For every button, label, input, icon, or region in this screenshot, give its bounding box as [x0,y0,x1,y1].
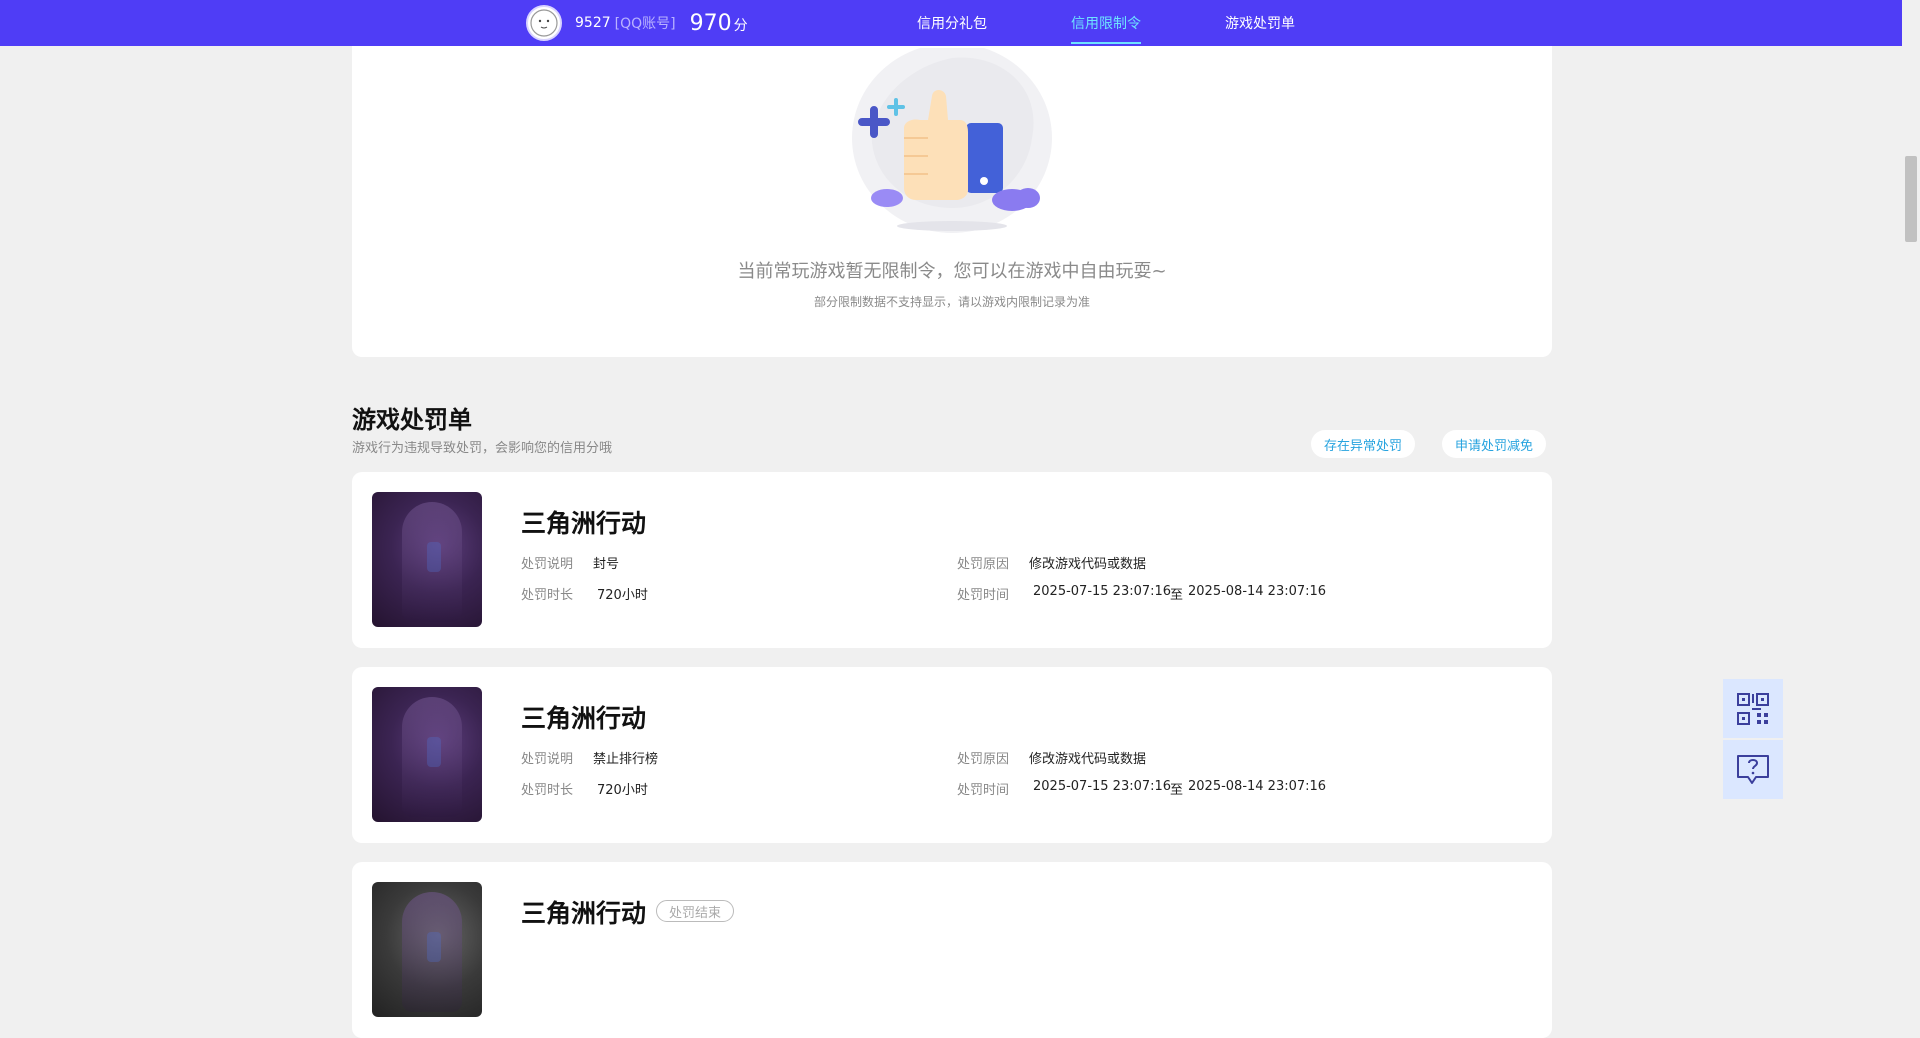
penalty-end-time: 2025-08-14 23:07:16 [1188,779,1327,794]
scrollbar-thumb[interactable] [1905,156,1917,242]
penalty-reason-value: 修改游戏代码或数据 [1029,752,1147,767]
penalty-card[interactable]: 三角洲行动 处罚说明 封号 处罚原因 修改游戏代码或数据 处罚时长 720小时 … [352,472,1552,648]
penalty-time-label: 处罚时间 [957,588,1010,603]
penalty-duration-label: 处罚时长 [521,783,574,798]
avatar-face-icon [530,9,558,37]
qr-code-icon [1737,692,1769,725]
game-name: 三角洲行动 [521,704,647,733]
report-abnormal-penalty-button[interactable]: 存在异常处罚 [1311,430,1416,458]
top-nav-bar: 9527 [QQ账号] 970 分 信用分礼包 信用限制令 游戏处罚单 [0,0,1902,46]
credit-score-unit: 分 [733,18,748,34]
penalty-card[interactable]: 三角洲行动 处罚说明 禁止排行榜 处罚原因 修改游戏代码或数据 处罚时长 720… [352,667,1552,843]
help-button[interactable] [1723,740,1783,799]
credit-score: 970 [689,10,732,36]
penalty-time-separator: 至 [1170,588,1184,603]
restriction-panel: 当前常玩游戏暂无限制令，您可以在游戏中自由玩耍~ 部分限制数据不支持显示，请以游… [352,30,1552,357]
penalty-duration-value: 720小时 [597,783,648,798]
thumbs-up-illustration [852,48,1052,233]
penalty-start-time: 2025-07-15 23:07:16 [1033,584,1172,599]
penalty-card[interactable]: 三角洲行动 处罚结束 [352,862,1552,1038]
apply-penalty-reduction-button[interactable]: 申请处罚减免 [1442,430,1547,458]
penalty-desc-value: 禁止排行榜 [593,752,659,767]
penalty-start-time: 2025-07-15 23:07:16 [1033,779,1172,794]
penalty-reason-label: 处罚原因 [957,557,1010,572]
penalty-desc-label: 处罚说明 [521,557,574,572]
help-chat-icon [1737,754,1769,784]
empty-message: 当前常玩游戏暂无限制令，您可以在游戏中自由玩耍~ [737,261,1167,282]
game-name: 三角洲行动 [521,899,647,928]
game-name: 三角洲行动 [521,509,647,538]
penalty-desc-value: 封号 [593,557,620,572]
avatar[interactable] [526,5,562,41]
account-type: [QQ账号] [614,16,676,32]
penalty-duration-label: 处罚时长 [521,588,574,603]
section-title: 游戏处罚单 [352,406,472,434]
user-info: 9527 [QQ账号] 970 分 [526,5,748,41]
qr-code-button[interactable] [1723,679,1783,738]
penalty-end-time: 2025-08-14 23:07:16 [1188,584,1327,599]
game-cover-image [372,882,482,1017]
penalty-duration-value: 720小时 [597,588,648,603]
penalty-reason-label: 处罚原因 [957,752,1010,767]
user-id: 9527 [575,15,611,31]
penalty-time-separator: 至 [1170,783,1184,798]
game-cover-image [372,687,482,822]
penalty-time-label: 处罚时间 [957,783,1010,798]
page-scrollbar[interactable] [1902,0,1920,919]
section-description: 游戏行为违规导致处罚，会影响您的信用分哦 [352,441,613,456]
tab-game-penalty[interactable]: 游戏处罚单 [1225,0,1295,46]
tab-credit-gift[interactable]: 信用分礼包 [917,0,987,46]
tab-credit-restriction[interactable]: 信用限制令 [1071,0,1141,46]
penalty-reason-value: 修改游戏代码或数据 [1029,557,1147,572]
game-cover-image [372,492,482,627]
empty-note: 部分限制数据不支持显示，请以游戏内限制记录为准 [813,295,1090,309]
penalty-desc-label: 处罚说明 [521,752,574,767]
